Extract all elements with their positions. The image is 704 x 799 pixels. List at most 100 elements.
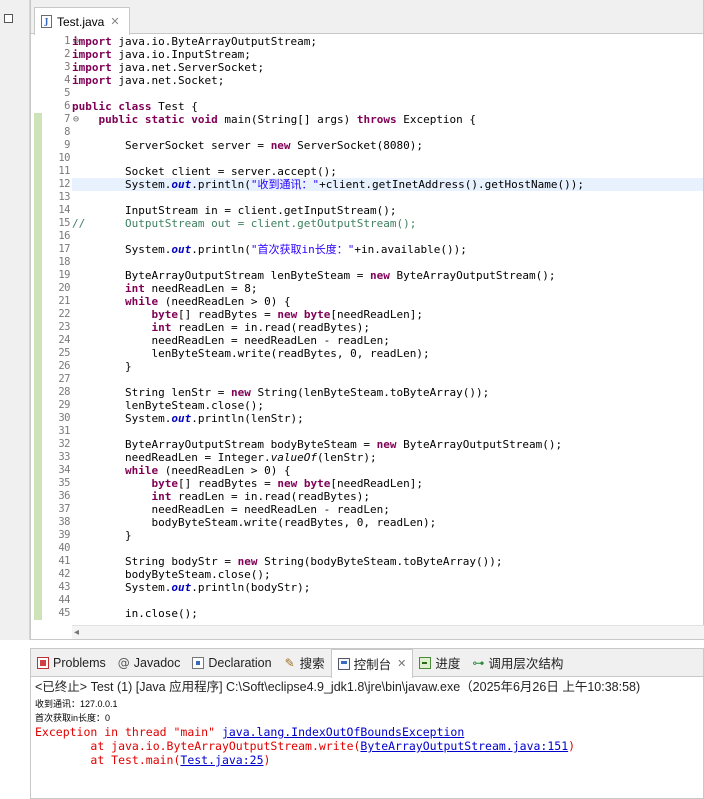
code-line[interactable]: import java.net.ServerSocket; (72, 61, 703, 74)
code-line[interactable]: import java.io.ByteArrayOutputStream; (72, 35, 703, 48)
code-line[interactable]: while (needReadLen > 0) { (72, 295, 703, 308)
line-number: 20 (58, 282, 70, 294)
code-line[interactable]: System.out.println("首次获取in长度："+in.availa… (72, 243, 703, 256)
line-number: 30 (58, 412, 70, 424)
code-line[interactable]: public class Test { (72, 100, 703, 113)
line-number: 13 (58, 191, 70, 203)
code-line[interactable]: } (72, 360, 703, 373)
code-line[interactable]: System.out.println("收到通讯："+client.getIne… (72, 178, 703, 191)
code-line[interactable] (72, 87, 703, 100)
line-number: 43 (58, 581, 70, 593)
line-number: 38 (58, 516, 70, 528)
stacktrace-link[interactable]: ByteArrayOutputStream.java:151 (360, 739, 568, 753)
tab-problems[interactable]: Problems (31, 649, 112, 677)
code-line[interactable]: int needReadLen = 8; (72, 282, 703, 295)
editor-tab-bar: J Test.java ✕ (31, 0, 703, 35)
console-icon (337, 657, 350, 670)
code-line[interactable]: while (needReadLen > 0) { (72, 464, 703, 477)
overview-ruler (31, 35, 42, 625)
tab-javadoc[interactable]: @ Javadoc (112, 649, 187, 677)
code-line[interactable]: needReadLen = needReadLen - readLen; (72, 503, 703, 516)
tab-declaration[interactable]: Declaration (186, 649, 277, 677)
code-line[interactable]: ByteArrayOutputStream bodyByteSteam = ne… (72, 438, 703, 451)
code-line[interactable]: needReadLen = needReadLen - readLen; (72, 334, 703, 347)
code-line[interactable]: byte[] readBytes = new byte[needReadLen]… (72, 477, 703, 490)
code-line[interactable]: import java.io.InputStream; (72, 48, 703, 61)
code-line[interactable] (72, 425, 703, 438)
left-trim-bar (0, 0, 30, 640)
code-lines[interactable]: import java.io.ByteArrayOutputStream; imp… (72, 35, 703, 625)
close-icon[interactable]: ✕ (397, 657, 406, 670)
close-icon[interactable]: ✕ (110, 15, 119, 28)
code-line[interactable]: public static void main(String[] args) t… (72, 113, 703, 126)
code-line[interactable]: int readLen = in.read(readBytes); (72, 490, 703, 503)
line-number: 19 (58, 269, 70, 281)
code-area[interactable]: 1234567891011121314151617181920212223242… (31, 35, 703, 625)
tab-label: 调用层次结构 (488, 657, 564, 671)
code-line[interactable] (72, 594, 703, 607)
code-line[interactable] (72, 373, 703, 386)
code-line[interactable]: bodyByteSteam.close(); (72, 568, 703, 581)
console-line: 收到通讯：127.0.0.1 (35, 699, 118, 709)
line-number: 21 (58, 295, 70, 307)
line-number: 10 (58, 152, 70, 164)
tab-search[interactable]: ✎ 搜索 (278, 649, 331, 677)
panel-tab-bar: Problems @ Javadoc Declaration ✎ 搜索 控制台 ✕ 进… (31, 648, 703, 678)
stacktrace-link[interactable]: Test.java:25 (180, 753, 263, 767)
code-line[interactable]: needReadLen = Integer.valueOf(lenStr); (72, 451, 703, 464)
code-line[interactable]: ByteArrayOutputStream lenByteSteam = new… (72, 269, 703, 282)
editor-tab-test-java[interactable]: J Test.java ✕ (34, 7, 130, 35)
tab-label: 搜索 (299, 657, 325, 671)
scroll-left-icon[interactable]: ◂ (74, 627, 79, 638)
code-line[interactable]: // OutputStream out = client.getOutputSt… (72, 217, 703, 230)
tab-label: Problems (53, 655, 106, 670)
code-line[interactable]: byte[] readBytes = new byte[needReadLen]… (72, 308, 703, 321)
code-line[interactable] (72, 191, 703, 204)
code-line[interactable]: System.out.println(lenStr); (72, 412, 703, 425)
console-status: <已终止> Test (1) [Java 应用程序] C:\Soft\eclip… (35, 680, 641, 694)
error-text: Exception in thread "main" (35, 725, 222, 739)
line-number: 22 (58, 308, 70, 320)
code-line[interactable]: InputStream in = client.getInputStream()… (72, 204, 703, 217)
line-number: 17 (58, 243, 70, 255)
error-text: at Test.main( (35, 753, 181, 767)
code-line[interactable]: System.out.println(bodyStr); (72, 581, 703, 594)
code-line[interactable] (72, 152, 703, 165)
code-line[interactable]: int readLen = in.read(readBytes); (72, 321, 703, 334)
call-hierarchy-icon: ⊶ (472, 655, 485, 670)
code-line[interactable] (72, 542, 703, 555)
code-line[interactable]: bodyByteSteam.write(readBytes, 0, readLe… (72, 516, 703, 529)
console-error-line: Exception in thread "main" java.lang.Ind… (35, 725, 703, 739)
code-line[interactable]: String bodyStr = new String(bodyByteStea… (72, 555, 703, 568)
code-line[interactable]: import java.net.Socket; (72, 74, 703, 87)
tab-label: 控制台 (353, 658, 392, 672)
tab-call-hierarchy[interactable]: ⊶ 调用层次结构 (466, 649, 569, 677)
line-number: 4 (64, 74, 70, 86)
line-number: 34 (58, 464, 70, 476)
restore-view-icon[interactable] (4, 14, 13, 23)
line-number: 29 (58, 399, 70, 411)
code-line[interactable]: } (72, 529, 703, 542)
tab-progress[interactable]: 进度 (413, 649, 466, 677)
line-number: 45 (58, 607, 70, 619)
code-line[interactable]: in.close(); (72, 607, 703, 620)
exception-link[interactable]: java.lang.IndexOutOfBoundsException (222, 725, 464, 739)
code-line[interactable] (72, 230, 703, 243)
console-output[interactable]: 收到通讯：127.0.0.1 首次获取in长度：0 Exception in t… (31, 697, 703, 767)
error-text: at java.io.ByteArrayOutputStream.write( (35, 739, 361, 753)
line-number: 36 (58, 490, 70, 502)
tab-console[interactable]: 控制台 ✕ (330, 648, 414, 678)
code-line[interactable] (72, 256, 703, 269)
line-number: 15 (58, 217, 70, 229)
code-line[interactable]: Socket client = server.accept(); (72, 165, 703, 178)
code-line[interactable]: lenByteSteam.close(); (72, 399, 703, 412)
code-line[interactable]: ServerSocket server = new ServerSocket(8… (72, 139, 703, 152)
line-number: 6 (64, 100, 70, 112)
horizontal-scrollbar[interactable]: ◂ (72, 625, 704, 639)
line-number: 7 (42, 113, 78, 126)
bottom-panel: Problems @ Javadoc Declaration ✎ 搜索 控制台 ✕ 进… (30, 648, 704, 799)
code-line[interactable] (72, 126, 703, 139)
code-line[interactable]: String lenStr = new String(lenByteSteam.… (72, 386, 703, 399)
code-line[interactable]: lenByteSteam.write(readBytes, 0, readLen… (72, 347, 703, 360)
line-number: 1 (42, 35, 78, 48)
